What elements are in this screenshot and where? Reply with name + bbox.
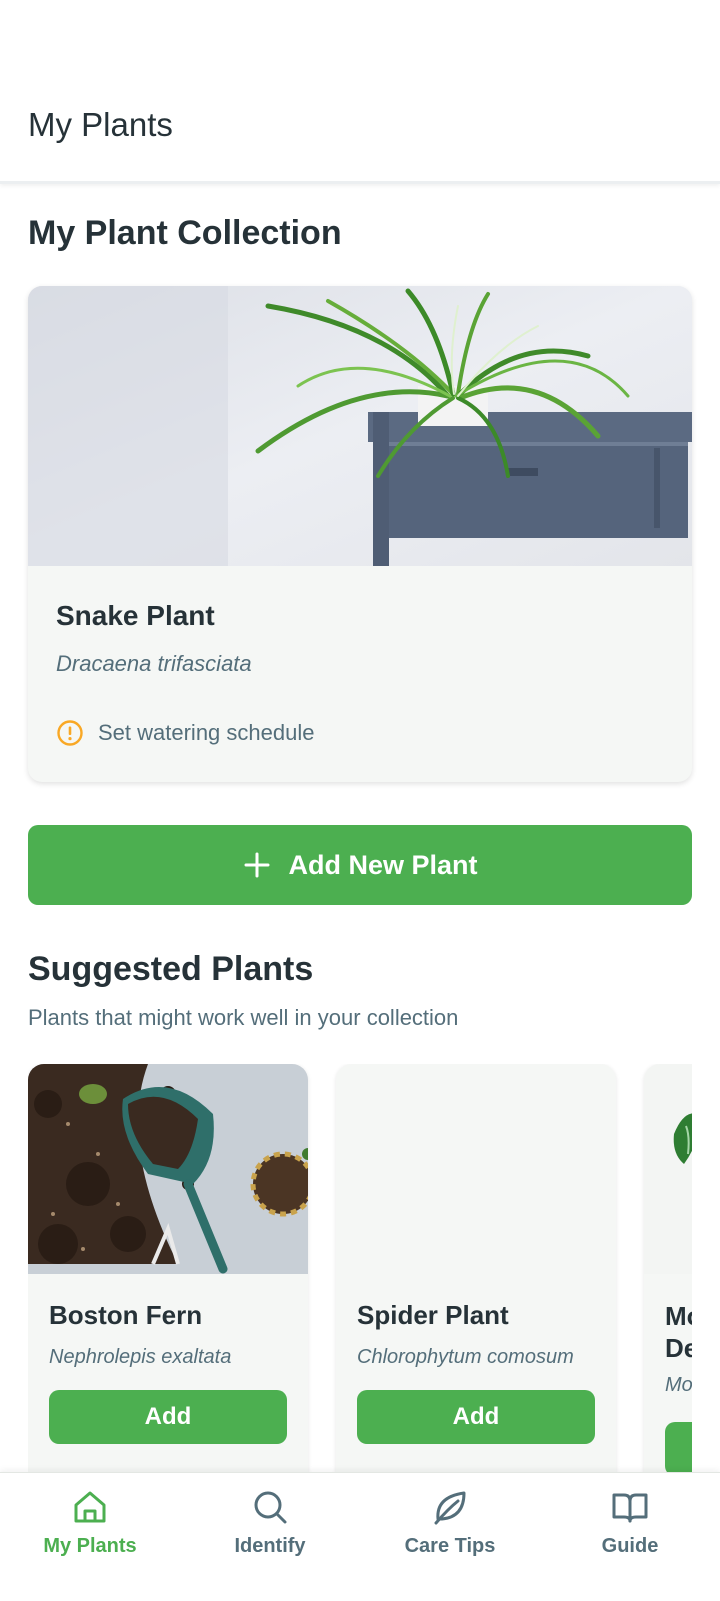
plant-scientific-name: Nephrolepis exaltata (49, 1346, 232, 1368)
nav-my-plants[interactable]: My Plants (0, 1473, 180, 1601)
suggested-carousel[interactable]: Boston Fern Nephrolepis exaltata Add Spi… (28, 1064, 692, 1474)
plant-name: Spider Plant (357, 1300, 509, 1330)
plant-image (28, 1064, 308, 1274)
nav-label: Guide (601, 1535, 659, 1557)
alert-circle-icon (57, 720, 83, 746)
search-icon (254, 1491, 287, 1524)
plant-card-snake-plant[interactable]: Snake Plant Dracaena trifasciata Set wat… (28, 286, 692, 782)
bottom-navigation: My Plants Identify Care Tips Guide (0, 1472, 720, 1601)
nav-label: My Plants (43, 1535, 137, 1557)
add-button[interactable] (665, 1422, 692, 1474)
leaf-icon (434, 1491, 466, 1525)
plant-image-placeholder (336, 1064, 616, 1274)
suggested-card-partial[interactable]: Mo De Mo (644, 1064, 692, 1474)
suggested-subtitle: Plants that might work well in your coll… (28, 1005, 459, 1030)
app-header: My Plants (0, 0, 720, 184)
suggested-card-spider-plant[interactable]: Spider Plant Chlorophytum comosum Add (336, 1064, 616, 1474)
nav-label: Care Tips (404, 1535, 496, 1557)
nav-guide[interactable]: Guide (540, 1473, 720, 1601)
suggested-title: Suggested Plants (28, 950, 314, 988)
collection-title: My Plant Collection (28, 214, 342, 252)
nav-label: Identify (234, 1535, 306, 1557)
book-icon (612, 1493, 648, 1523)
add-button[interactable]: Add (357, 1390, 595, 1444)
page-title: My Plants (28, 106, 173, 143)
plus-icon (244, 852, 270, 878)
plant-name: Boston Fern (49, 1300, 203, 1330)
plant-scientific-name: Chlorophytum comosum (357, 1346, 574, 1368)
suggested-card-boston-fern[interactable]: Boston Fern Nephrolepis exaltata Add (28, 1064, 308, 1474)
add-new-plant-button[interactable]: Add New Plant (28, 825, 692, 905)
plant-photo (28, 286, 692, 566)
nav-care-tips[interactable]: Care Tips (360, 1473, 540, 1601)
watering-alert-text[interactable]: Set watering schedule (98, 720, 314, 746)
add-new-plant-label: Add New Plant (288, 849, 478, 880)
plant-scientific-name: Dracaena trifasciata (56, 651, 252, 676)
nav-identify[interactable]: Identify (180, 1473, 360, 1601)
plant-name: Mo De (665, 1301, 692, 1363)
home-icon (74, 1491, 106, 1523)
add-button[interactable]: Add (49, 1390, 287, 1444)
plant-image (644, 1064, 692, 1274)
plant-name: Snake Plant (56, 600, 215, 631)
plant-scientific-name: Mo (665, 1374, 692, 1396)
